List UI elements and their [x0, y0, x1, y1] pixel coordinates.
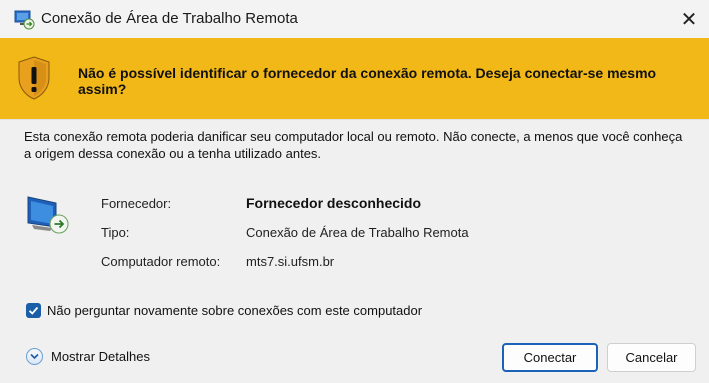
shield-warning-icon	[18, 56, 50, 100]
type-label: Tipo:	[101, 225, 130, 240]
provider-label: Fornecedor:	[101, 196, 172, 211]
expand-details-button[interactable]	[26, 348, 43, 365]
window-title: Conexão de Área de Trabalho Remota	[41, 10, 298, 27]
cancel-button[interactable]: Cancelar	[607, 343, 696, 372]
remote-desktop-app-icon	[14, 10, 35, 30]
dont-ask-again-checkbox[interactable]	[26, 303, 41, 318]
remote-computer-value: mts7.si.ufsm.br	[246, 254, 335, 269]
title-bar: Conexão de Área de Trabalho Remota ✕	[0, 0, 709, 38]
close-icon: ✕	[680, 8, 698, 31]
provider-value: Fornecedor desconhecido	[246, 195, 422, 211]
warning-banner: Não é possível identificar o fornecedor …	[0, 38, 709, 119]
remote-computer-label: Computador remoto:	[101, 254, 221, 269]
show-details-toggle[interactable]: Mostrar Detalhes	[26, 348, 150, 365]
dont-ask-again-option[interactable]: Não perguntar novamente sobre conexões c…	[26, 303, 422, 318]
divider	[0, 119, 709, 120]
remote-desktop-dialog: Conexão de Área de Trabalho Remota ✕ Não…	[0, 0, 709, 383]
dont-ask-again-label[interactable]: Não perguntar novamente sobre conexões c…	[47, 303, 422, 318]
type-value: Conexão de Área de Trabalho Remota	[246, 225, 469, 240]
show-details-label[interactable]: Mostrar Detalhes	[51, 349, 150, 364]
warning-message: Não é possível identificar o fornecedor …	[78, 65, 657, 97]
close-button[interactable]: ✕	[669, 0, 709, 38]
chevron-down-icon	[30, 353, 39, 360]
description-text: Esta conexão remota poderia danificar se…	[24, 129, 683, 161]
checkmark-icon	[28, 306, 39, 315]
remote-computer-icon	[27, 196, 69, 234]
connect-button[interactable]: Conectar	[502, 343, 598, 372]
